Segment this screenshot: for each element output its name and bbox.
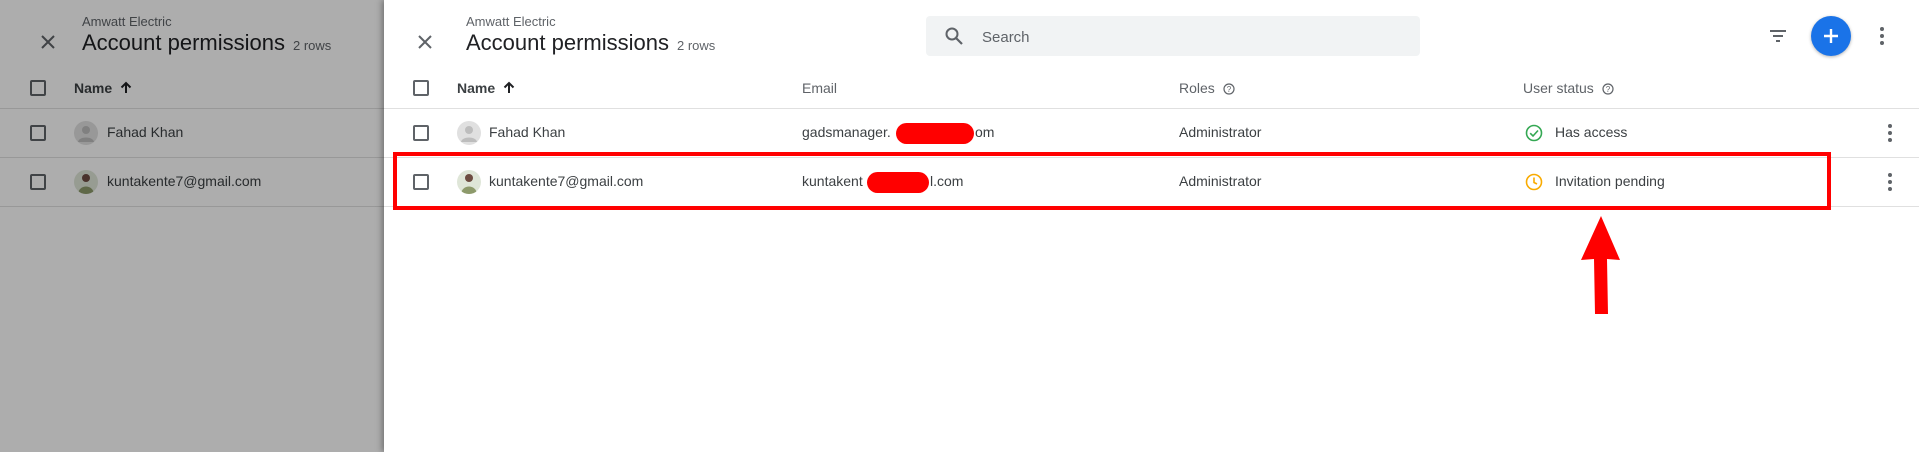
help-icon[interactable]: ? xyxy=(1223,83,1235,95)
name-column-header[interactable]: Name xyxy=(457,80,516,96)
search-box[interactable] xyxy=(926,16,1420,58)
avatar xyxy=(457,121,481,145)
add-user-button[interactable] xyxy=(1811,16,1851,56)
svg-text:?: ? xyxy=(1605,85,1610,94)
account-name: Amwatt Electric xyxy=(466,14,556,29)
more-vert-icon xyxy=(1880,27,1884,45)
more-vert-icon xyxy=(1888,173,1892,191)
page-title: Account permissions 2 rows xyxy=(466,30,715,56)
add-icon xyxy=(1824,29,1838,43)
user-status-header-label: User status xyxy=(1523,80,1594,96)
help-icon[interactable]: ? xyxy=(1602,83,1614,95)
select-all-checkbox[interactable] xyxy=(413,80,429,96)
table-header: Name Email Roles ? User status ? xyxy=(384,68,1919,109)
arrow-up-icon xyxy=(503,81,515,93)
user-role: Administrator xyxy=(1179,124,1262,140)
user-name: Fahad Khan xyxy=(489,124,566,140)
more-options-button[interactable] xyxy=(1864,18,1900,54)
filter-icon xyxy=(1770,30,1786,42)
row-more-options-button[interactable] xyxy=(1872,115,1908,151)
name-header-label: Name xyxy=(457,80,496,96)
filter-button[interactable] xyxy=(1760,18,1796,54)
account-permissions-panel: Amwatt Electric Account permissions 2 row… xyxy=(384,0,1919,452)
user-email-end: om xyxy=(975,124,995,140)
row-checkbox[interactable] xyxy=(413,125,429,141)
row-more-options-button[interactable] xyxy=(1872,164,1908,200)
search-input[interactable] xyxy=(980,16,1404,58)
user-email-start: gadsmanager. xyxy=(802,124,891,140)
roles-column-header[interactable]: Roles ? xyxy=(1179,80,1235,96)
user-status-column-header[interactable]: User status ? xyxy=(1523,80,1614,96)
page-title-text: Account permissions xyxy=(466,30,669,55)
close-button[interactable] xyxy=(405,22,445,62)
row-count: 2 rows xyxy=(676,38,716,53)
more-vert-icon xyxy=(1888,124,1892,142)
person-icon xyxy=(461,126,477,142)
highlight-box xyxy=(393,152,1831,210)
roles-header-label: Roles xyxy=(1179,80,1215,96)
svg-text:?: ? xyxy=(1226,85,1231,94)
email-column-header[interactable]: Email xyxy=(802,80,837,96)
search-icon xyxy=(945,27,963,45)
annotation-arrow-icon xyxy=(1581,216,1620,314)
table-row[interactable]: Fahad Khan gadsmanager. om Administrator… xyxy=(384,109,1919,158)
check-circle-icon xyxy=(1525,124,1543,142)
redaction-mark xyxy=(896,123,974,144)
user-status: Has access xyxy=(1555,124,1628,140)
close-icon xyxy=(418,35,432,49)
